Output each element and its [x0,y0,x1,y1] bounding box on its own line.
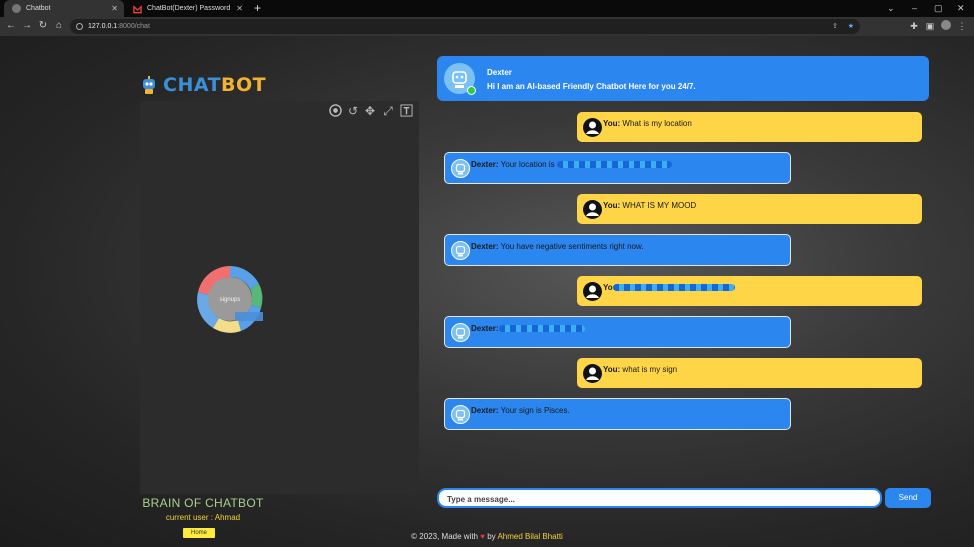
browser-nav-bar: ← → ↻ ⌂ 127.0.0.1:8000/chat ⇪ ★ ✚ ▣ ⋮ [0,17,974,36]
minimize-button[interactable]: – [912,0,917,17]
message-sender: Dexter: [471,242,499,251]
bot-name: Dexter [487,68,512,77]
site-info-icon[interactable] [76,23,83,30]
message-sender: You: [603,365,621,374]
message-text: WHAT IS MY MOOD [622,201,697,210]
brain-title: BRAIN OF CHATBOT [142,496,264,510]
user-avatar-icon [583,200,602,219]
new-tab-button[interactable]: + [254,0,261,17]
chat-message-user: You: WHAT IS MY MOOD [577,194,922,224]
forward-icon[interactable]: → [20,19,34,33]
gmail-icon [133,4,142,14]
address-bar[interactable]: 127.0.0.1:8000/chat ⇪ ★ [70,19,860,34]
tab-gmail[interactable]: ChatBot(Dexter) Password Chang ✕ [125,0,249,29]
home-icon[interactable]: ⌂ [52,19,66,33]
tab-search-icon[interactable]: ⌄ [887,0,895,17]
chat-message-bot: Dexter: You have negative sentiments rig… [444,234,791,266]
footer-by: by [487,532,496,541]
chat-message-user: Yo [577,276,922,306]
chat-message-user: You: what is my sign [577,358,922,388]
graph-center-label: signups [220,297,241,303]
close-tab-icon[interactable]: ✕ [236,0,243,17]
undo-icon[interactable]: ↺ [346,104,360,118]
camera-icon[interactable] [328,104,342,118]
redacted-text [498,325,585,333]
robot-icon [143,76,155,94]
close-window-button[interactable]: ✕ [957,0,965,17]
message-sender: You: [603,119,621,128]
url-host: 127.0.0.1 [88,23,118,30]
tab-chatbot[interactable]: Chatbot ✕ [4,0,124,17]
footer-author[interactable]: Ahmed Bilal Bhatti [497,532,562,541]
chat-header: Dexter Hi I am an AI-based Friendly Chat… [437,56,929,101]
text-icon[interactable] [399,104,413,118]
graph-panel: ↺ ✥ ⤢ signups [140,101,419,494]
reload-icon[interactable]: ↻ [36,19,50,33]
footer: © 2023, Made with ♥ by Ahmed Bilal Bhatt… [0,532,974,541]
user-avatar-icon [583,118,602,137]
tab-title: Chatbot [26,5,51,12]
message-sender: Yo [603,283,613,292]
chat-message-bot: Dexter: [444,316,791,348]
url-path: :8000/chat [117,23,150,30]
message-input[interactable] [445,490,869,508]
menu-icon[interactable]: ⋮ [956,20,968,32]
bot-avatar-icon [451,159,470,178]
graph-tooltip [235,312,263,321]
user-avatar-icon [583,282,602,301]
message-sender: Dexter: [471,406,499,415]
bot-avatar-icon [451,241,470,260]
message-sender: Dexter: [471,160,499,169]
expand-icon[interactable]: ⤢ [381,104,395,118]
online-status-dot [467,86,476,95]
bot-avatar-icon [451,323,470,342]
message-text: You have negative sentiments right now. [500,242,644,251]
bookmark-star-icon[interactable]: ★ [848,19,854,34]
back-icon[interactable]: ← [4,19,18,33]
page-content: CHATBOT ↺ ✥ ⤢ signups BRAIN OF CHATBOT c… [0,36,974,547]
redacted-text [612,284,735,292]
move-icon[interactable]: ✥ [363,104,377,118]
sidepanel-icon[interactable]: ▣ [924,20,936,32]
message-text: what is my sign [622,365,678,374]
bot-greeting: Hi I am an AI-based Friendly Chatbot Her… [487,82,696,91]
footer-text: © 2023, Made with [411,532,478,541]
message-input-container [437,488,882,508]
message-sender: You: [603,201,621,210]
send-button[interactable]: Send [885,488,931,508]
logo-text: CHATBOT [163,74,267,96]
chatbot-logo: CHATBOT [140,73,270,99]
chat-message-user: You: What is my location [577,112,922,142]
chat-message-bot: Dexter: Your sign is Pisces. [444,398,791,430]
chat-message-bot: Dexter: Your location is [444,152,791,184]
current-user-label: current user : Ahmad [165,513,241,522]
bot-avatar-icon [451,405,470,424]
extensions-icon[interactable]: ✚ [908,20,920,32]
message-sender: Dexter: [471,324,499,333]
browser-tab-bar: Chatbot ✕ ChatBot(Dexter) Password Chang… [0,0,974,29]
close-tab-icon[interactable]: ✕ [111,0,118,17]
profile-avatar[interactable] [940,20,952,32]
share-icon[interactable]: ⇪ [832,19,838,34]
brain-graph[interactable]: signups [193,262,267,336]
user-avatar-icon [583,364,602,383]
heart-icon: ♥ [480,532,485,541]
globe-icon [12,4,21,13]
redacted-text [556,161,672,169]
maximize-button[interactable]: ▢ [934,0,943,17]
message-text: What is my location [622,119,692,128]
message-text: Your sign is Pisces. [500,406,570,415]
message-text: Your location is [500,160,555,169]
